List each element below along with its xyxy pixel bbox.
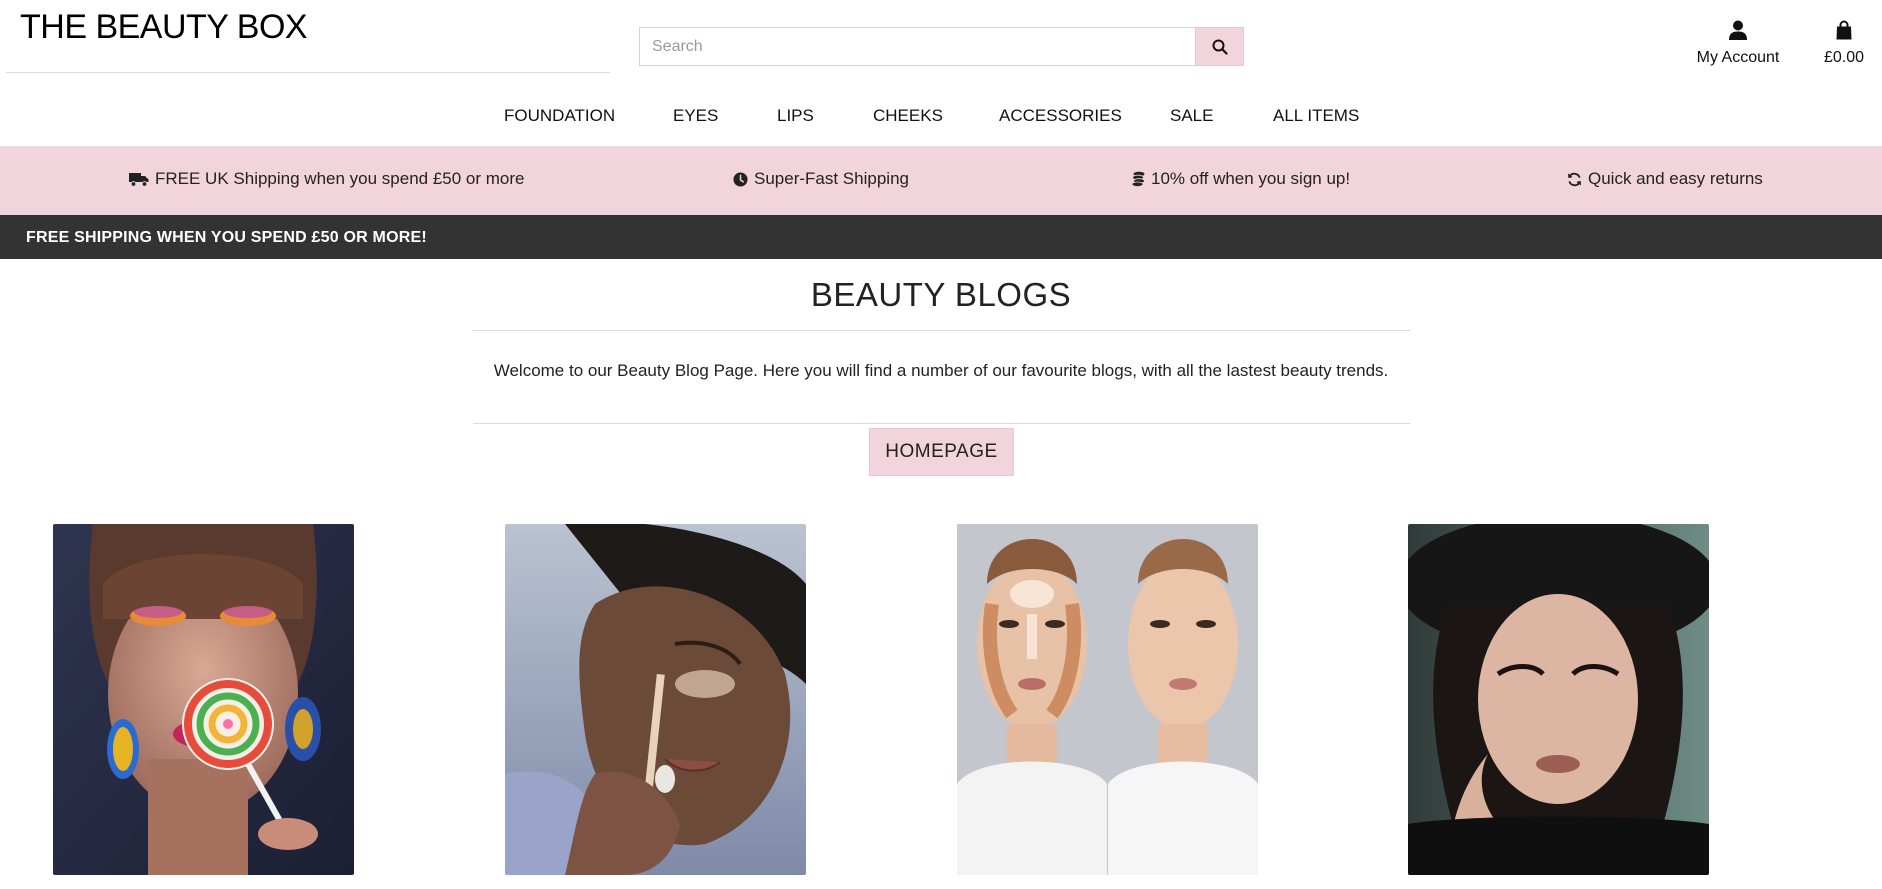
promo-banner: FREE SHIPPING WHEN YOU SPEND £50 OR MORE… [0,215,1882,259]
my-account-link[interactable]: My Account [1690,20,1786,67]
search-icon [1212,39,1228,55]
divider [473,423,1410,424]
main-nav: FOUNDATION EYES LIPS CHEEKS ACCESSORIES … [0,106,1882,126]
shopping-bag-icon [1836,20,1852,40]
shopping-bag-link[interactable]: £0.00 [1818,20,1870,67]
search-input[interactable] [639,27,1195,66]
nav-item-foundation[interactable]: FOUNDATION [504,106,615,126]
coins-icon [1131,171,1145,187]
usp-text: FREE UK Shipping when you spend £50 or m… [155,169,525,188]
usp-bar: FREE UK Shipping when you spend £50 or m… [0,146,1882,215]
nav-item-lips[interactable]: LIPS [777,106,814,126]
blog-card[interactable] [957,524,1258,875]
blog-card[interactable] [1408,524,1709,875]
nav-item-all-items[interactable]: ALL ITEMS [1273,106,1359,126]
search-button[interactable] [1195,27,1244,66]
blog-card[interactable] [505,524,806,875]
nav-item-eyes[interactable]: EYES [673,106,718,126]
my-account-label: My Account [1696,49,1780,66]
usp-item: FREE UK Shipping when you spend £50 or m… [129,169,524,189]
clock-icon [733,171,748,187]
usp-text: Quick and easy returns [1588,169,1763,188]
blog-image-concealer [505,524,806,875]
blog-card[interactable] [53,524,354,875]
nav-item-cheeks[interactable]: CHEEKS [873,106,943,126]
brand-logo[interactable]: THE BEAUTY BOX [20,8,308,47]
nav-item-accessories[interactable]: ACCESSORIES [999,106,1122,126]
truck-icon [129,172,149,187]
refresh-icon [1567,172,1582,186]
intro-text: Welcome to our Beauty Blog Page. Here yo… [493,361,1389,380]
usp-item: 10% off when you sign up! [1131,169,1350,189]
usp-item: Quick and easy returns [1567,169,1763,189]
usp-item: Super-Fast Shipping [733,169,909,189]
divider [473,330,1410,331]
blog-image-beret [1408,524,1709,875]
blog-image-contouring [957,524,1258,875]
page-title: BEAUTY BLOGS [810,276,1072,313]
nav-item-sale[interactable]: SALE [1170,106,1213,126]
bag-total: £0.00 [1823,49,1865,66]
user-icon [1729,20,1747,40]
usp-text: Super-Fast Shipping [754,169,909,188]
promo-banner-text: FREE SHIPPING WHEN YOU SPEND £50 OR MORE… [26,229,427,246]
search-bar [639,27,1244,66]
homepage-button[interactable]: HOMEPAGE [869,428,1014,476]
usp-text: 10% off when you sign up! [1151,169,1351,188]
divider [6,72,610,73]
blog-image-lollipop [53,524,354,875]
